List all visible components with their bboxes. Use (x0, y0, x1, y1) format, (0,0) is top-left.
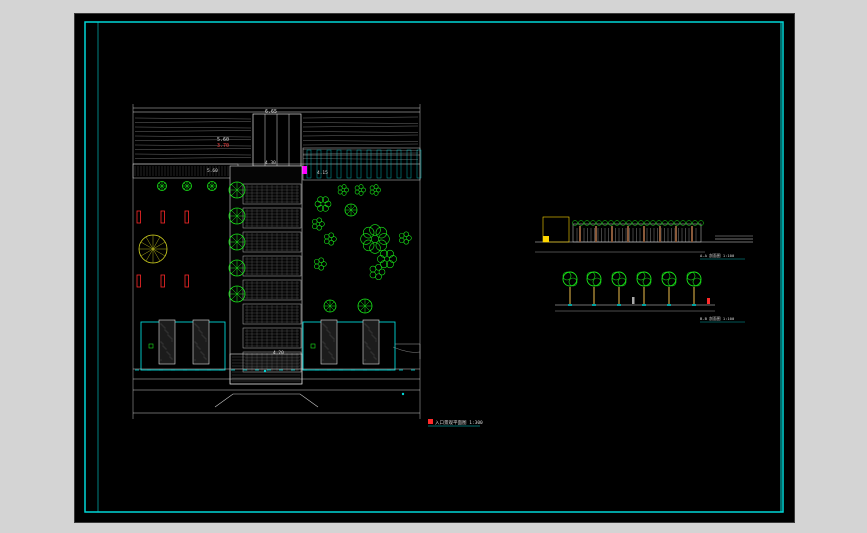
elev-label-c: 5.60 (207, 168, 218, 174)
elevation-tree-3 (611, 271, 627, 306)
elev-label-d: 4.30 (265, 160, 276, 166)
site-plan: 6.65 5.60 3.70 5.60 4.30 4.15 4.20 入口景观平… (132, 104, 483, 427)
section-b: B-B 剖面图 1:100 (555, 271, 745, 323)
section-a-fence (572, 220, 704, 242)
section-b-caption: B-B 剖面图 1:100 (700, 316, 735, 321)
fence-left-pattern (134, 166, 235, 176)
elev-label-b: 3.70 (217, 143, 229, 149)
section-a-caption: A-A 剖面图 1:100 (700, 253, 735, 258)
plan-shrubs (312, 184, 412, 281)
gate-building-2 (302, 321, 396, 371)
section-b-trees (562, 271, 710, 306)
fence-band (132, 163, 239, 179)
elev-label-e: 4.15 (317, 170, 328, 176)
inner-frame (97, 21, 784, 513)
cad-model-space[interactable]: 6.65 5.60 3.70 5.60 4.30 4.15 4.20 入口景观平… (74, 13, 795, 523)
elevation-tree-5 (661, 271, 677, 306)
cad-drawing: 6.65 5.60 3.70 5.60 4.30 4.15 4.20 入口景观平… (84, 21, 784, 513)
outer-frame (84, 21, 784, 513)
elevation-tree-4 (636, 271, 652, 306)
elevation-tree-6 (686, 271, 702, 306)
section-a: A-A 剖面图 1:100 (535, 216, 753, 260)
plan-bottom-label: 4.20 (273, 350, 284, 356)
road-outline (214, 393, 319, 408)
elevation-tree-1 (562, 271, 578, 306)
north-slope-hatch (134, 116, 419, 160)
elevation-tree-2 (586, 271, 602, 306)
gate-building-1 (140, 321, 226, 371)
plan-caption: 入口景观平面图 1:300 (435, 420, 483, 426)
